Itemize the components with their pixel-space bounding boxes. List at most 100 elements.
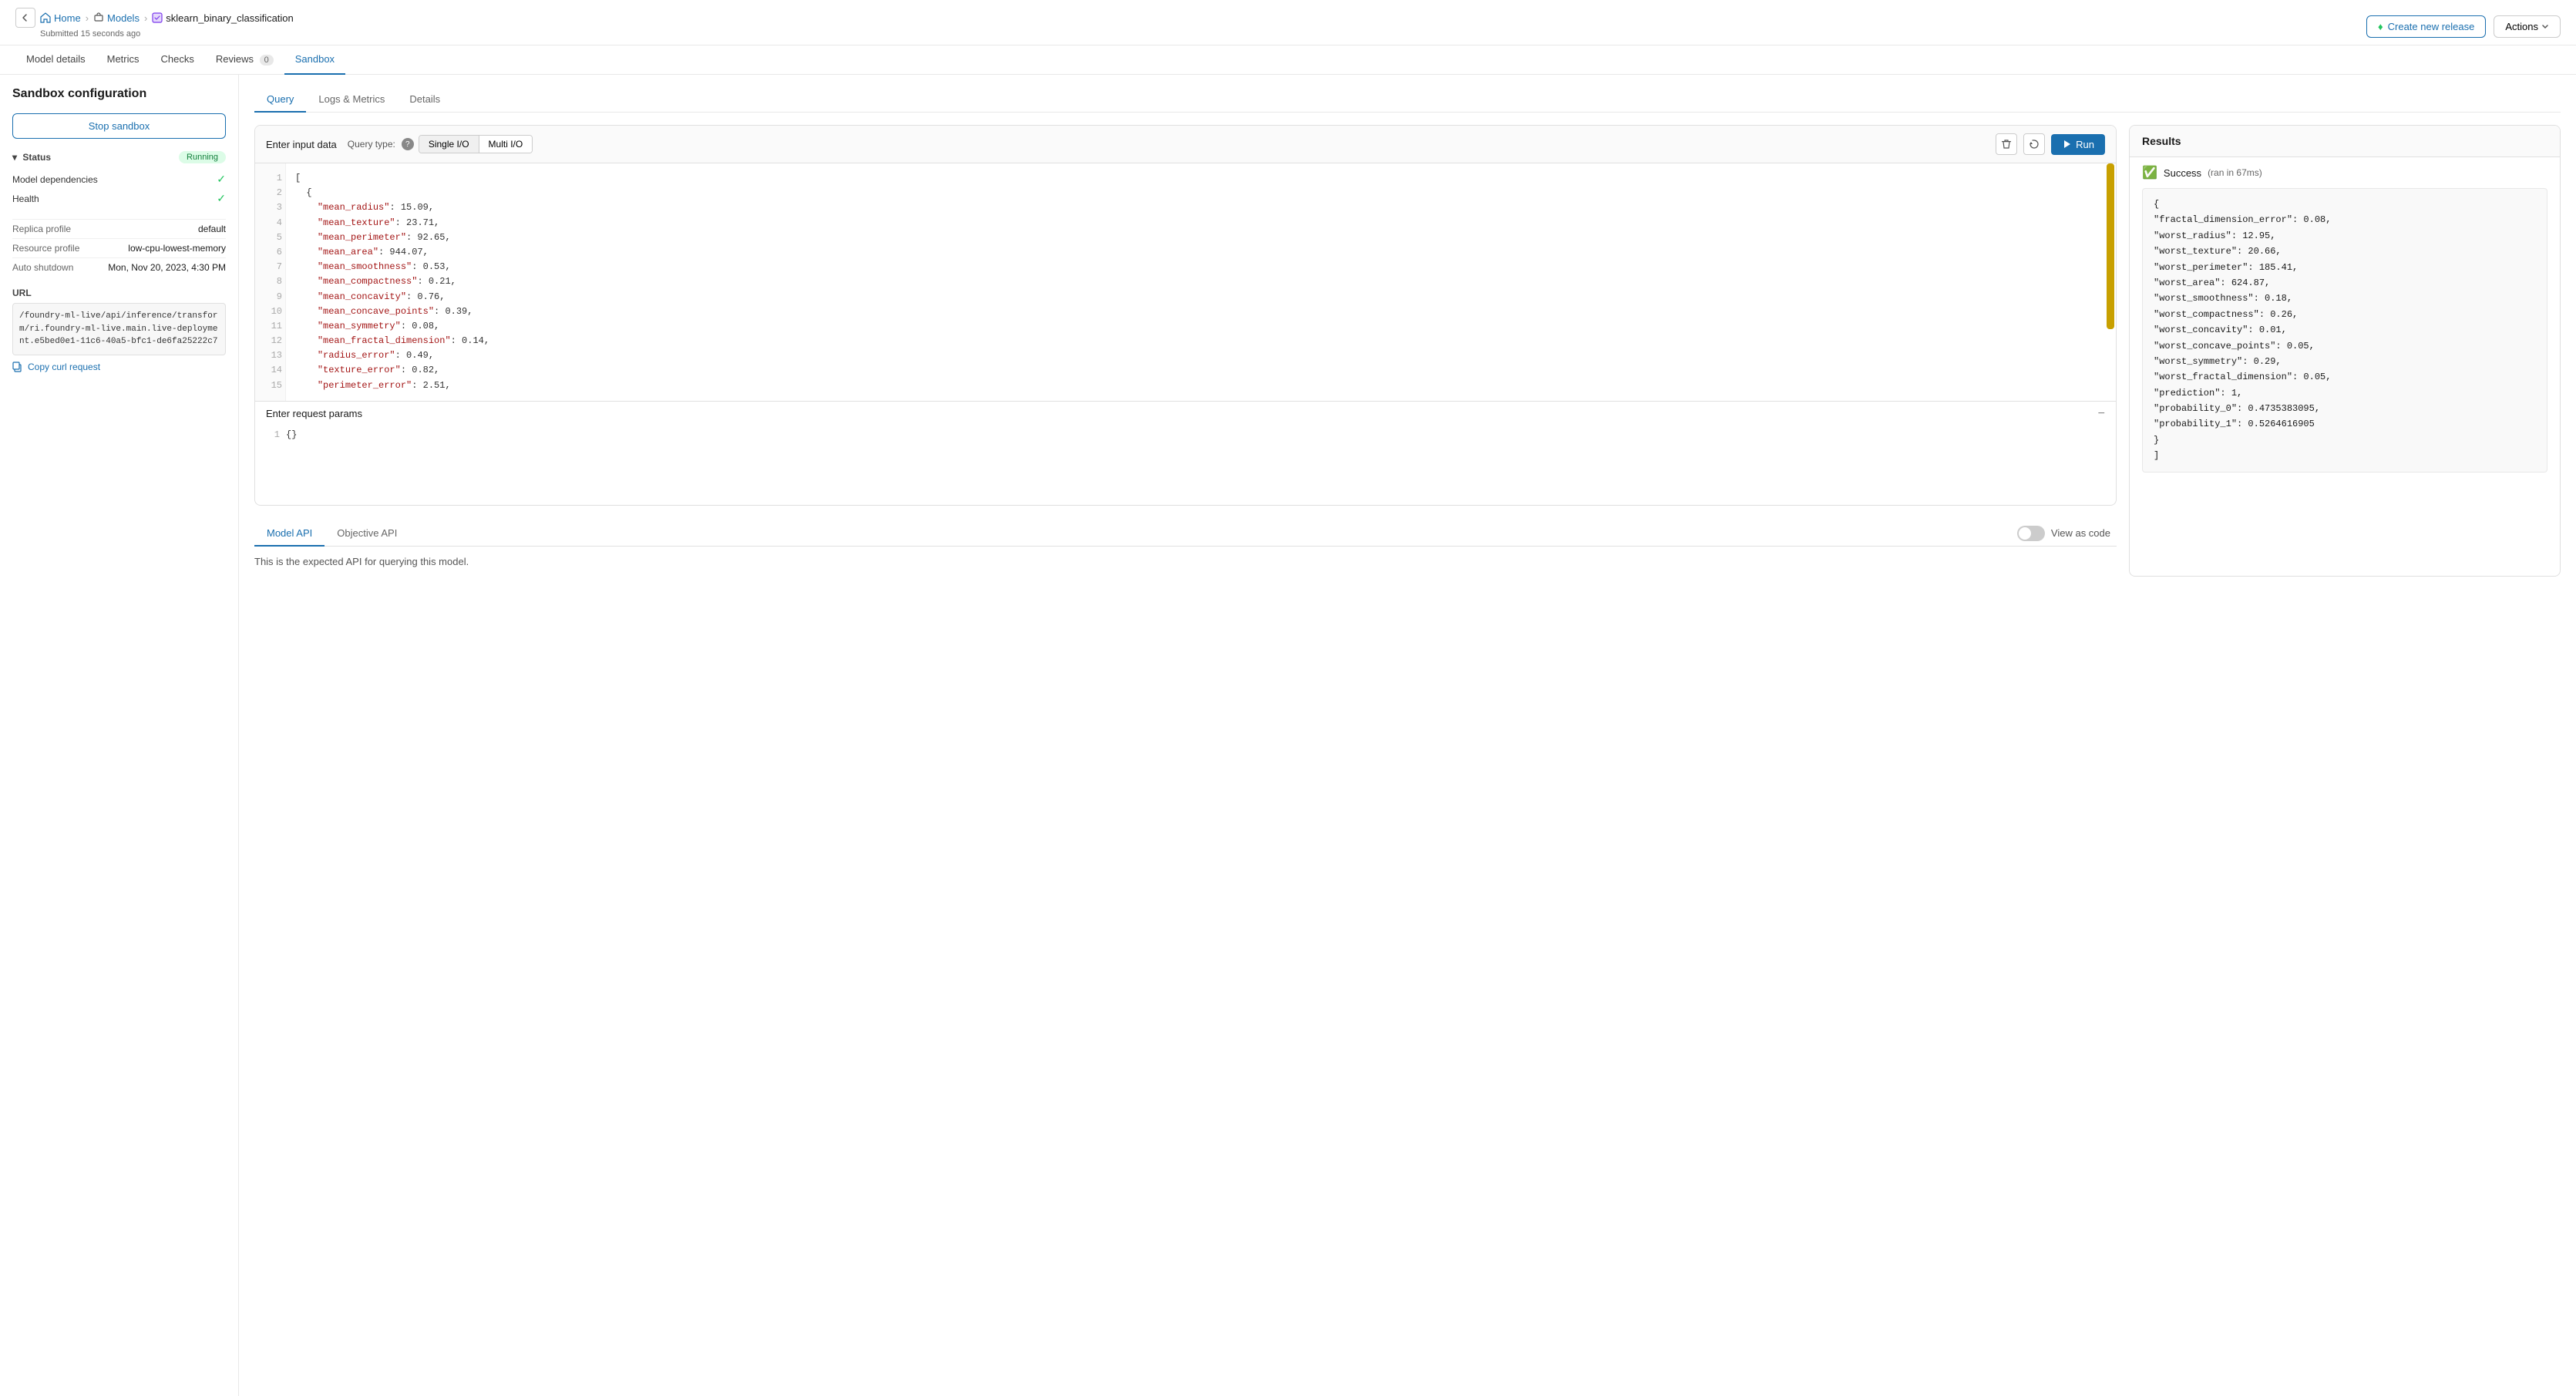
main-layout: Sandbox configuration Stop sandbox ▾ Sta… (0, 75, 2576, 1396)
gem-icon: ♦ (2378, 21, 2383, 32)
breadcrumb-home[interactable]: Home (40, 12, 81, 24)
single-io-button[interactable]: Single I/O (419, 136, 479, 153)
query-type-group: Query type: ? Single I/O Multi I/O (348, 135, 533, 153)
result-line-14: "probability_1": 0.5264616905 (2154, 416, 2536, 432)
top-bar: Home › Models › sklearn_binary_classific… (0, 0, 2576, 45)
status-section: ▾ Status Running Model dependencies ✓ He… (12, 151, 226, 208)
inner-tabs: Query Logs & Metrics Details (254, 87, 2561, 113)
results-header: Results (2130, 126, 2560, 157)
breadcrumb-models[interactable]: Models (93, 12, 140, 24)
run-time: (ran in 67ms) (2208, 167, 2262, 178)
view-as-code: View as code (2017, 526, 2117, 541)
tab-objective-api[interactable]: Objective API (325, 521, 409, 547)
enter-input-label: Enter input data (266, 139, 337, 150)
stop-sandbox-button[interactable]: Stop sandbox (12, 113, 226, 139)
copy-curl-button[interactable]: Copy curl request (12, 362, 226, 372)
replica-profile-label: Replica profile (12, 224, 71, 234)
result-line-13: "probability_0": 0.4735383095, (2154, 401, 2536, 416)
resource-profile-value: low-cpu-lowest-memory (128, 243, 226, 254)
status-row-model-dependencies: Model dependencies ✓ (12, 170, 226, 189)
results-close-brace: } (2154, 432, 2536, 448)
sidebar: Sandbox configuration Stop sandbox ▾ Sta… (0, 75, 239, 1396)
request-params-section: Enter request params − 1 {} (255, 401, 2116, 505)
reset-button[interactable] (2023, 133, 2045, 155)
query-panel: Enter input data Query type: ? Single I/… (254, 125, 2117, 506)
bottom-tabs: Model API Objective API View as code (254, 521, 2117, 547)
url-label: URL (12, 288, 226, 298)
view-as-code-label: View as code (2051, 527, 2110, 539)
params-empty-space (255, 443, 2116, 505)
trash-button[interactable] (1996, 133, 2017, 155)
io-btn-group: Single I/O Multi I/O (419, 135, 533, 153)
running-badge: Running (179, 151, 226, 163)
tab-query[interactable]: Query (254, 87, 306, 113)
tab-reviews[interactable]: Reviews 0 (205, 45, 284, 75)
status-label: ▾ Status (12, 152, 51, 163)
multi-io-button[interactable]: Multi I/O (479, 136, 533, 153)
tab-model-details[interactable]: Model details (15, 45, 96, 75)
help-icon[interactable]: ? (402, 138, 414, 150)
url-section: URL /foundry-ml-live/api/inference/trans… (12, 288, 226, 372)
code-editor[interactable]: 12345 678910 1112131415 [ { "mean_radius… (255, 163, 2116, 401)
content-area: Query Logs & Metrics Details Enter input… (239, 75, 2576, 1396)
query-header: Enter input data Query type: ? Single I/… (255, 126, 2116, 163)
info-row-replica-profile: Replica profile default (12, 219, 226, 238)
result-line-3: "worst_texture": 20.66, (2154, 244, 2536, 259)
resource-profile-label: Resource profile (12, 243, 79, 254)
auto-shutdown-label: Auto shutdown (12, 262, 73, 273)
minimize-button[interactable]: − (2098, 408, 2105, 420)
auto-shutdown-value: Mon, Nov 20, 2023, 4:30 PM (108, 262, 226, 273)
info-section: Replica profile default Resource profile… (12, 219, 226, 277)
tab-model-api[interactable]: Model API (254, 521, 325, 547)
chevron-down-icon: ▾ (12, 152, 17, 163)
check-icon-model-dependencies: ✓ (217, 173, 226, 186)
replica-profile-value: default (198, 224, 226, 234)
model-dependencies-label: Model dependencies (12, 174, 98, 185)
result-line-8: "worst_concavity": 0.01, (2154, 322, 2536, 338)
results-code-box: { "fractal_dimension_error": 0.08, "wors… (2142, 188, 2547, 473)
breadcrumb-sep-2: › (144, 12, 147, 24)
view-as-code-toggle[interactable] (2017, 526, 2045, 541)
request-params-label: Enter request params (266, 408, 362, 419)
result-line-12: "prediction": 1, (2154, 385, 2536, 401)
run-button[interactable]: Run (2051, 134, 2105, 155)
bottom-section: Model API Objective API View as code Thi… (254, 521, 2117, 577)
query-actions: Run (1996, 133, 2105, 155)
result-line-11: "worst_fractal_dimension": 0.05, (2154, 369, 2536, 385)
health-label: Health (12, 193, 39, 204)
info-row-auto-shutdown: Auto shutdown Mon, Nov 20, 2023, 4:30 PM (12, 257, 226, 277)
line-numbers: 12345 678910 1112131415 (255, 163, 286, 401)
params-line-numbers: 1 (255, 429, 286, 440)
result-line-4: "worst_perimeter": 185.41, (2154, 260, 2536, 275)
create-release-button[interactable]: ♦ Create new release (2366, 15, 2486, 38)
tab-logs-metrics[interactable]: Logs & Metrics (306, 87, 397, 113)
tab-sandbox[interactable]: Sandbox (284, 45, 345, 75)
sub-nav: Model details Metrics Checks Reviews 0 S… (0, 45, 2576, 75)
results-close-bracket: ] (2154, 448, 2536, 463)
submitted-time: Submitted 15 seconds ago (40, 29, 294, 45)
tab-checks[interactable]: Checks (150, 45, 205, 75)
tab-details[interactable]: Details (397, 87, 452, 113)
query-type-label: Query type: (348, 139, 395, 150)
check-icon-health: ✓ (217, 192, 226, 205)
result-line-7: "worst_compactness": 0.26, (2154, 307, 2536, 322)
result-line-6: "worst_smoothness": 0.18, (2154, 291, 2536, 306)
scrollbar-vertical[interactable] (2107, 163, 2114, 329)
tab-metrics[interactable]: Metrics (96, 45, 150, 75)
panels-row: Enter input data Query type: ? Single I/… (254, 125, 2561, 577)
request-params-header: Enter request params − (255, 402, 2116, 426)
success-row: ✅ Success (ran in 67ms) (2130, 157, 2560, 188)
url-value: /foundry-ml-live/api/inference/transform… (12, 303, 226, 355)
query-header-left: Enter input data Query type: ? Single I/… (266, 135, 533, 153)
info-row-resource-profile: Resource profile low-cpu-lowest-memory (12, 238, 226, 257)
input-panel: Enter input data Query type: ? Single I/… (254, 125, 2117, 577)
code-content[interactable]: [ { "mean_radius": 15.09, "mean_texture"… (286, 163, 2116, 401)
breadcrumb-current: sklearn_binary_classification (152, 12, 293, 24)
breadcrumb-sep-1: › (86, 12, 89, 24)
bottom-tabs-left: Model API Objective API (254, 521, 409, 546)
result-line-5: "worst_area": 624.87, (2154, 275, 2536, 291)
results-open-brace: { (2154, 197, 2536, 212)
results-panel: Results ✅ Success (ran in 67ms) { "fract… (2129, 125, 2561, 577)
actions-button[interactable]: Actions (2494, 15, 2561, 38)
back-button[interactable] (15, 8, 35, 28)
